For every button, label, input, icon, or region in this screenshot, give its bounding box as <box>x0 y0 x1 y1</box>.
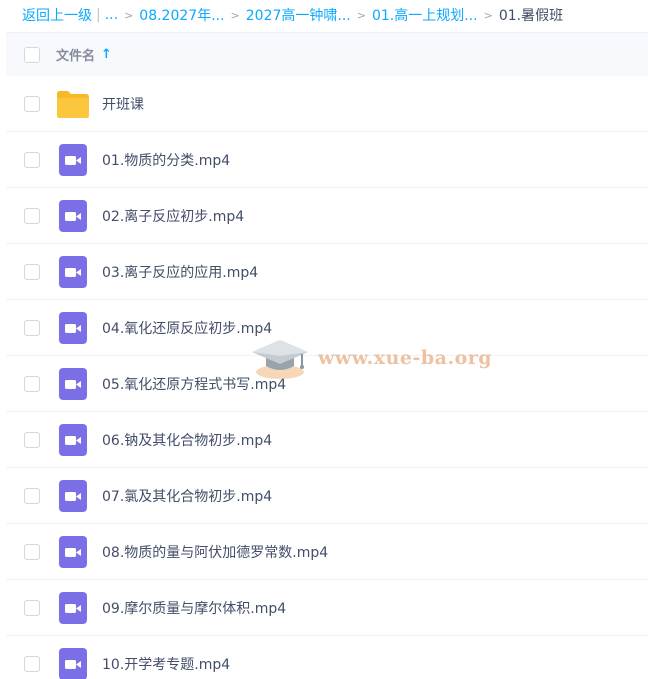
row-checkbox[interactable] <box>24 375 40 392</box>
video-file-icon <box>56 535 90 569</box>
file-list: 开班课 01.物质的分类.mp4 02.离子反应初步.mp4 03.离子反应的应用.m… <box>6 76 648 679</box>
file-name[interactable]: 01.物质的分类.mp4 <box>102 150 230 170</box>
breadcrumb-item[interactable]: 01.高一上规划... <box>372 5 478 25</box>
video-file-icon <box>56 591 90 625</box>
file-row[interactable]: 08.物质的量与阿伏加德罗常数.mp4 <box>6 524 648 580</box>
file-name[interactable]: 05.氧化还原方程式书写.mp4 <box>102 374 286 394</box>
file-row[interactable]: 06.钠及其化合物初步.mp4 <box>6 412 648 468</box>
folder-icon <box>56 87 90 121</box>
file-row[interactable]: 10.开学考专题.mp4 <box>6 636 648 679</box>
file-row[interactable]: 05.氧化还原方程式书写.mp4 <box>6 356 648 412</box>
file-name[interactable]: 06.钠及其化合物初步.mp4 <box>102 430 272 450</box>
row-checkbox[interactable] <box>24 319 40 336</box>
breadcrumb-divider: | <box>96 7 101 23</box>
chevron-right-icon: > <box>124 8 134 22</box>
video-file-icon <box>56 423 90 457</box>
breadcrumb-current: 01.暑假班 <box>498 8 564 24</box>
breadcrumb-ellipsis[interactable]: ... <box>105 7 118 23</box>
video-file-icon <box>56 199 90 233</box>
video-file-icon <box>56 367 90 401</box>
file-row[interactable]: 03.离子反应的应用.mp4 <box>6 244 648 300</box>
file-list-header: 文件名 ↑ <box>6 32 648 76</box>
file-row[interactable]: 07.氯及其化合物初步.mp4 <box>6 468 648 524</box>
back-link[interactable]: 返回上一级 <box>22 5 92 25</box>
video-file-icon <box>56 311 90 345</box>
file-name[interactable]: 07.氯及其化合物初步.mp4 <box>102 486 272 506</box>
row-checkbox[interactable] <box>24 207 40 224</box>
file-name[interactable]: 08.物质的量与阿伏加德罗常数.mp4 <box>102 542 328 562</box>
breadcrumb-item[interactable]: 08.2027年... <box>139 5 224 25</box>
row-checkbox[interactable] <box>24 599 40 616</box>
row-checkbox[interactable] <box>24 95 40 112</box>
chevron-right-icon: > <box>230 8 240 22</box>
file-name[interactable]: 开班课 <box>102 94 144 114</box>
chevron-right-icon: > <box>483 8 493 22</box>
video-file-icon <box>56 255 90 289</box>
row-checkbox[interactable] <box>24 151 40 168</box>
breadcrumb: 返回上一级 | ... > 08.2027年... > 2027高一钟啸... … <box>0 0 648 30</box>
video-file-icon <box>56 143 90 177</box>
file-name[interactable]: 04.氧化还原反应初步.mp4 <box>102 318 272 338</box>
row-checkbox[interactable] <box>24 263 40 280</box>
row-checkbox[interactable] <box>24 655 40 672</box>
row-checkbox[interactable] <box>24 543 40 560</box>
file-row[interactable]: 04.氧化还原反应初步.mp4 <box>6 300 648 356</box>
row-checkbox[interactable] <box>24 487 40 504</box>
file-row[interactable]: 02.离子反应初步.mp4 <box>6 188 648 244</box>
file-row[interactable]: 01.物质的分类.mp4 <box>6 132 648 188</box>
file-name[interactable]: 09.摩尔质量与摩尔体积.mp4 <box>102 598 286 618</box>
file-name[interactable]: 02.离子反应初步.mp4 <box>102 206 244 226</box>
file-name[interactable]: 10.开学考专题.mp4 <box>102 654 230 674</box>
arrow-up-icon[interactable]: ↑ <box>101 47 112 62</box>
chevron-right-icon: > <box>356 8 366 22</box>
file-row[interactable]: 开班课 <box>6 76 648 132</box>
filename-column-header[interactable]: 文件名 <box>56 45 95 64</box>
select-all-checkbox[interactable] <box>24 46 40 63</box>
video-file-icon <box>56 647 90 679</box>
video-file-icon <box>56 479 90 513</box>
row-checkbox[interactable] <box>24 431 40 448</box>
file-name[interactable]: 03.离子反应的应用.mp4 <box>102 262 258 282</box>
breadcrumb-item[interactable]: 2027高一钟啸... <box>246 5 351 25</box>
file-row[interactable]: 09.摩尔质量与摩尔体积.mp4 <box>6 580 648 636</box>
